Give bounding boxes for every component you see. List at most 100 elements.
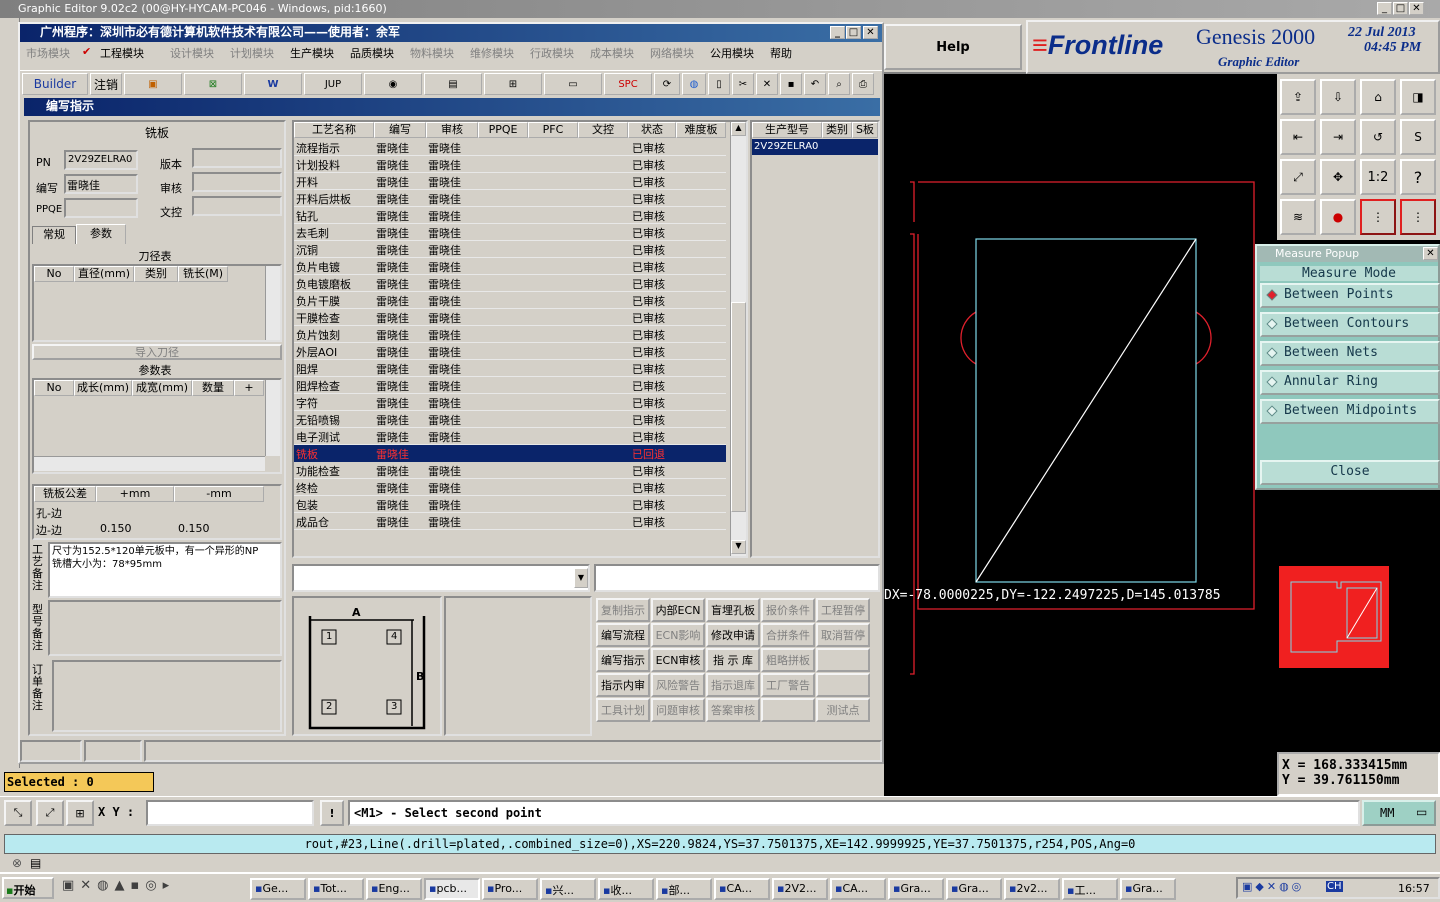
tab-params[interactable]: 参数: [76, 224, 126, 244]
open-job-icon[interactable]: ⇪: [1280, 79, 1316, 115]
menu-material[interactable]: 物料模块: [410, 45, 454, 61]
combo-left[interactable]: ▼: [292, 564, 590, 592]
menu-design[interactable]: 设计模块: [170, 45, 214, 61]
doc-field[interactable]: [192, 196, 282, 216]
model-table[interactable]: 生产型号 类别 S板 2V29ZELRA0: [750, 120, 880, 558]
snap-grid-icon[interactable]: ⤢: [36, 800, 64, 826]
process-col-header[interactable]: 文控: [578, 122, 628, 138]
audit-field[interactable]: [192, 172, 282, 192]
action-button[interactable]: 风险警告: [651, 673, 705, 697]
process-row[interactable]: 沉铜 雷晓佳 雷晓佳 已审核: [294, 241, 726, 258]
new-doc-icon[interactable]: ▯: [708, 73, 730, 95]
help-question-icon[interactable]: ?: [1400, 159, 1436, 195]
param-table[interactable]: No 成长(mm) 成宽(mm) 数量 +: [32, 378, 282, 474]
grid-icon[interactable]: ▣: [124, 73, 182, 95]
process-row[interactable]: 负片干膜 雷晓佳 雷晓佳 已审核: [294, 292, 726, 309]
writer-field[interactable]: 雷晓佳: [64, 174, 138, 194]
menu-public[interactable]: 公用模块: [710, 45, 754, 61]
taskbar-item[interactable]: ▪Gra...: [946, 878, 1002, 900]
process-row[interactable]: 负片蚀刻 雷晓佳 雷晓佳 已审核: [294, 326, 726, 343]
taskbar-item[interactable]: ▪收...: [598, 878, 654, 900]
version-field[interactable]: [192, 148, 282, 168]
action-button[interactable]: 修改申请: [706, 623, 760, 647]
logout-button[interactable]: 注销: [90, 73, 122, 95]
undo-icon[interactable]: ↶: [804, 73, 826, 95]
menu-production[interactable]: 生产模块: [290, 45, 334, 61]
action-button[interactable]: 取消暂停: [816, 623, 870, 647]
process-row[interactable]: 开料 雷晓佳 雷晓佳 已审核: [294, 173, 726, 190]
process-scrollbar[interactable]: ▲ ▼: [730, 122, 746, 556]
save-icon[interactable]: ▪: [780, 73, 802, 95]
zoom-out-icon[interactable]: ⇥: [1320, 119, 1356, 155]
process-row[interactable]: 功能检查 雷晓佳 雷晓佳 已审核: [294, 462, 726, 479]
print-icon[interactable]: ⎙: [852, 73, 874, 95]
window-layout-icon[interactable]: ◨: [1400, 79, 1436, 115]
combo-right[interactable]: [594, 564, 880, 592]
snap-icon[interactable]: ≋: [1280, 199, 1316, 235]
import-tools-button[interactable]: 导入刀径: [32, 344, 282, 360]
process-row[interactable]: 电子测试 雷晓佳 雷晓佳 已审核: [294, 428, 726, 445]
model-note-field[interactable]: [48, 600, 282, 656]
net-icon[interactable]: ⋮: [1360, 199, 1396, 235]
action-button[interactable]: 工程暂停: [816, 598, 870, 622]
action-button[interactable]: 报价条件: [761, 598, 815, 622]
process-row[interactable]: 流程指示 雷晓佳 雷晓佳 已审核: [294, 139, 726, 156]
process-row[interactable]: 计划投料 雷晓佳 雷晓佳 已审核: [294, 156, 726, 173]
app-minimize-button[interactable]: _: [830, 26, 845, 39]
taskbar-item[interactable]: ▪Tot...: [308, 878, 364, 900]
tool-table[interactable]: No 直径(mm) 类别 铣长(M): [32, 264, 282, 342]
between-midpoints-option[interactable]: Between Midpoints: [1260, 399, 1440, 424]
process-col-header[interactable]: PFC: [528, 122, 578, 138]
action-button[interactable]: 复制指示: [596, 598, 650, 622]
word-icon[interactable]: W: [244, 73, 302, 95]
process-col-header[interactable]: 难度板: [676, 122, 726, 138]
process-row[interactable]: 无铅喷锡 雷晓佳 雷晓佳 已审核: [294, 411, 726, 428]
zoom-in-icon[interactable]: ⇤: [1280, 119, 1316, 155]
cancel-circle-icon[interactable]: ⊗: [12, 856, 22, 870]
action-button[interactable]: [816, 673, 870, 697]
spc-button[interactable]: SPC: [604, 73, 652, 95]
ppqe-field[interactable]: [64, 198, 138, 218]
cut-icon[interactable]: ✂: [732, 73, 754, 95]
taskbar-item[interactable]: ▪Eng...: [366, 878, 422, 900]
process-row[interactable]: 负电镀磨板 雷晓佳 雷晓佳 已审核: [294, 275, 726, 292]
ime-indicator[interactable]: CH: [1326, 881, 1343, 892]
screen-icon[interactable]: ▤: [30, 856, 41, 870]
process-row[interactable]: 字符 雷晓佳 雷晓佳 已审核: [294, 394, 726, 411]
close-button[interactable]: ✕: [1409, 2, 1424, 15]
taskbar-item[interactable]: ▪2v2...: [1004, 878, 1060, 900]
taskbar-item[interactable]: ▪Gra...: [1120, 878, 1176, 900]
action-button[interactable]: 编写流程: [596, 623, 650, 647]
taskbar-item[interactable]: ▪Ge...: [250, 878, 306, 900]
scroll-down-icon[interactable]: ▼: [731, 540, 746, 554]
menu-market[interactable]: 市场模块: [26, 45, 70, 61]
process-row[interactable]: 包装 雷晓佳 雷晓佳 已审核: [294, 496, 726, 513]
action-button[interactable]: [816, 648, 870, 672]
process-row[interactable]: 去毛刺 雷晓佳 雷晓佳 已审核: [294, 224, 726, 241]
action-button[interactable]: 问题审核: [651, 698, 705, 722]
preview-icon[interactable]: ⌕: [828, 73, 850, 95]
tool-scrollbar[interactable]: [265, 266, 280, 340]
taskbar-item[interactable]: ▪2V2...: [772, 878, 828, 900]
graphic-canvas[interactable]: DX=-78.0000225,DY=-122.2497225,D=145.013…: [884, 74, 1277, 796]
action-button[interactable]: [761, 698, 815, 722]
between-nets-option[interactable]: Between Nets: [1260, 341, 1440, 366]
menu-engineering[interactable]: 工程模块: [100, 45, 144, 61]
start-button[interactable]: ▪开始: [2, 877, 54, 899]
pn-field[interactable]: 2V29ZELRA0: [64, 150, 138, 170]
param-hscrollbar[interactable]: [34, 456, 265, 471]
units-select[interactable]: MM ▭: [1362, 800, 1436, 826]
taskbar-item[interactable]: ▪CA...: [830, 878, 886, 900]
model-row-selected[interactable]: 2V29ZELRA0: [752, 139, 878, 155]
tab-general[interactable]: 常规: [32, 226, 76, 244]
process-row[interactable]: 终检 雷晓佳 雷晓佳 已审核: [294, 479, 726, 496]
alert-icon[interactable]: !: [320, 800, 344, 826]
action-button[interactable]: 合拼条件: [761, 623, 815, 647]
action-button[interactable]: 盲埋孔板: [706, 598, 760, 622]
delete-icon[interactable]: ✕: [756, 73, 778, 95]
process-row[interactable]: 阻焊检查 雷晓佳 雷晓佳 已审核: [294, 377, 726, 394]
process-row[interactable]: 成品仓 雷晓佳 雷晓佳 已审核: [294, 513, 726, 530]
action-button[interactable]: 编写指示: [596, 648, 650, 672]
home-icon[interactable]: ⌂: [1360, 79, 1396, 115]
action-button[interactable]: 指示内审: [596, 673, 650, 697]
